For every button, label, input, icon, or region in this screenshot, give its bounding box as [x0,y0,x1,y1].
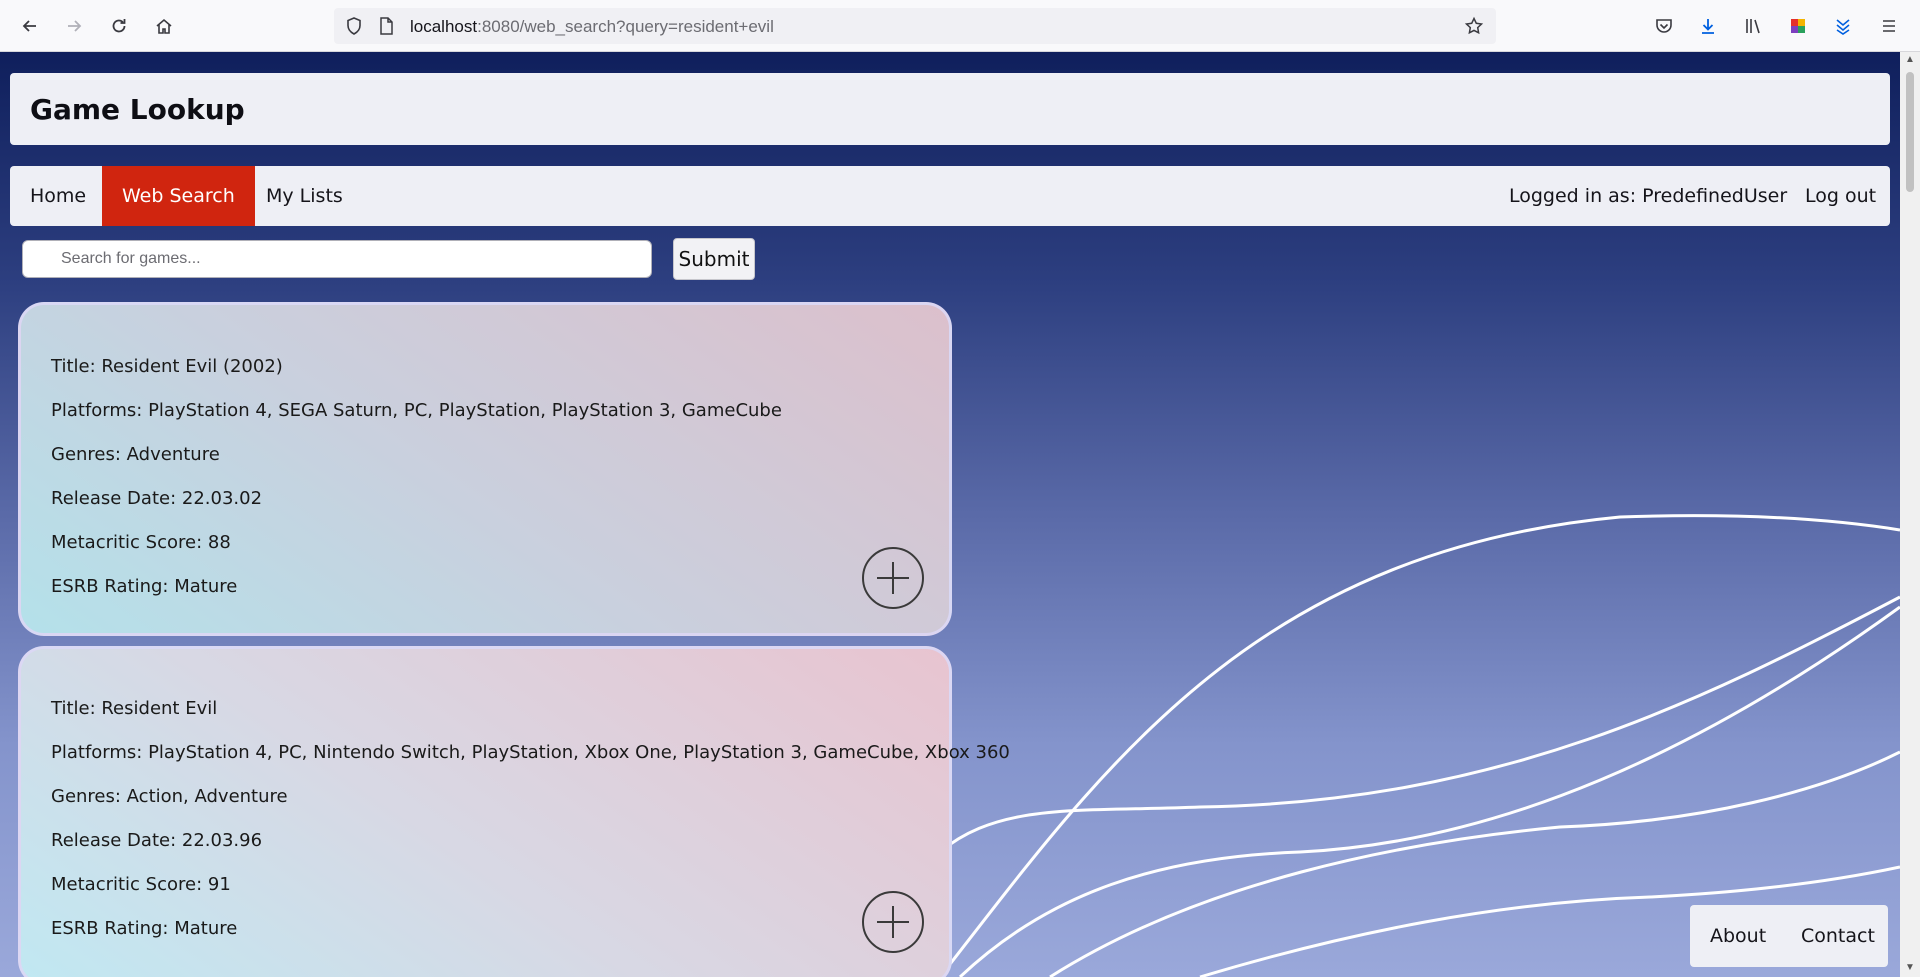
scroll-up-icon[interactable]: ▲ [1904,54,1916,66]
game-title: Title: Resident Evil [51,698,218,719]
game-genres: Genres: Action, Adventure [51,786,288,807]
app-header: Game Lookup [10,73,1890,145]
page-viewport: Game Lookup Home Web Search My Lists Log… [0,52,1900,977]
pocket-icon [1656,19,1672,33]
nav-home[interactable]: Home [10,166,106,226]
hamburger-icon [1883,20,1895,32]
app-title: Game Lookup [30,93,245,126]
download-icon [1702,19,1714,34]
reload-icon [112,19,126,33]
game-card: Title: Resident Evil (2002) Platforms: P… [18,302,952,636]
arrow-left-icon [22,20,36,32]
about-link[interactable]: About [1690,905,1786,967]
footer: About Contact [1690,905,1888,967]
browser-toolbar: localhost:8080/web_search?query=resident… [0,0,1920,52]
logout-link[interactable]: Log out [1785,166,1890,226]
search-input[interactable] [22,240,652,278]
chevrons-icon [1836,19,1850,35]
scrollbar[interactable]: ▲ ▼ [1900,52,1920,977]
sync-button[interactable] [1827,10,1859,42]
add-to-list-button[interactable] [862,891,924,953]
nav-web-search[interactable]: Web Search [102,166,255,226]
plus-icon [877,906,909,938]
logged-in-label: Logged in as: PredefinedUser [1509,185,1788,207]
reload-button[interactable] [103,10,135,42]
library-icon [1746,19,1760,34]
shield-icon[interactable] [344,16,364,36]
game-platforms: Platforms: PlayStation 4, SEGA Saturn, P… [51,400,782,421]
scrollbar-thumb[interactable] [1906,72,1914,192]
game-metacritic: Metacritic Score: 88 [51,532,231,553]
page-icon [380,17,393,35]
downloads-button[interactable] [1692,10,1724,42]
extension-icon [1791,19,1805,33]
plus-icon [877,562,909,594]
contact-link[interactable]: Contact [1781,905,1895,967]
forward-button[interactable] [58,10,90,42]
star-icon[interactable] [1464,16,1484,36]
game-release-date: Release Date: 22.03.02 [51,488,263,509]
home-button[interactable] [148,10,180,42]
arrow-right-icon [68,20,82,32]
game-release-date: Release Date: 22.03.96 [51,830,263,851]
game-esrb: ESRB Rating: Mature [51,918,238,939]
game-card: Title: Resident Evil Platforms: PlayStat… [18,646,1010,977]
url-text: localhost:8080/web_search?query=resident… [410,17,774,36]
submit-button[interactable]: Submit [673,238,755,280]
extension-button[interactable] [1782,10,1814,42]
back-button[interactable] [14,10,46,42]
game-platforms: Platforms: PlayStation 4, PC, Nintendo S… [51,742,1010,763]
home-icon [156,18,172,34]
game-title: Title: Resident Evil (2002) [51,356,283,377]
game-genres: Genres: Adventure [51,444,220,465]
url-bar[interactable]: localhost:8080/web_search?query=resident… [334,8,1496,44]
pocket-button[interactable] [1648,10,1680,42]
scroll-down-icon[interactable]: ▼ [1904,962,1916,974]
game-metacritic: Metacritic Score: 91 [51,874,231,895]
library-button[interactable] [1737,10,1769,42]
menu-button[interactable] [1873,10,1905,42]
nav-my-lists[interactable]: My Lists [246,166,363,226]
game-esrb: ESRB Rating: Mature [51,576,238,597]
add-to-list-button[interactable] [862,547,924,609]
main-nav: Home Web Search My Lists Logged in as: P… [10,166,1890,226]
